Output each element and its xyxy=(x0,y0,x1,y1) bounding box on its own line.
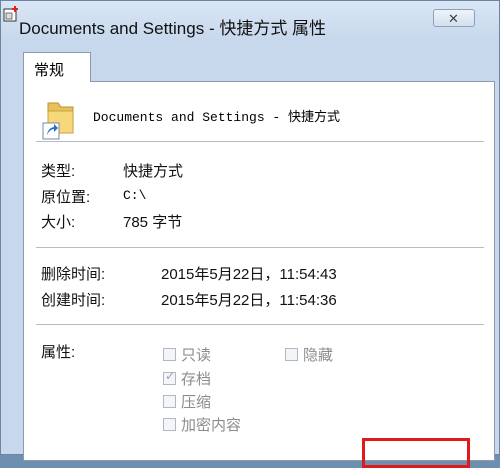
close-button[interactable]: ✕ xyxy=(433,9,475,27)
hidden-checkbox[interactable] xyxy=(285,348,298,361)
readonly-label: 只读 xyxy=(181,347,212,364)
location-label: 原位置: xyxy=(41,189,91,206)
compress-label: 压缩 xyxy=(181,394,212,411)
folder-shortcut-icon xyxy=(42,102,74,140)
size-value: 785 字节 xyxy=(123,214,183,231)
divider xyxy=(36,324,484,326)
deleted-value: 2015年5月22日，11:54:43 xyxy=(161,266,337,283)
encrypt-label: 加密内容 xyxy=(181,417,242,434)
tab-label: 常规 xyxy=(34,62,65,79)
general-panel: Documents and Settings - 快捷方式 类型: 快捷方式 原… xyxy=(23,81,495,461)
created-value: 2015年5月22日，11:54:36 xyxy=(161,292,337,309)
archive-label: 存档 xyxy=(181,371,212,388)
type-label: 类型: xyxy=(41,163,76,180)
title-bar[interactable]: Documents and Settings - 快捷方式 属性 ✕ xyxy=(1,1,499,43)
close-icon: ✕ xyxy=(448,11,459,26)
divider xyxy=(36,247,484,249)
deleted-label: 删除时间: xyxy=(41,266,106,283)
created-label: 创建时间: xyxy=(41,292,106,309)
readonly-checkbox[interactable] xyxy=(163,348,176,361)
window-title: Documents and Settings - 快捷方式 属性 xyxy=(19,19,327,38)
check-mark-icon: ✓ xyxy=(165,369,176,383)
tab-general[interactable]: 常规 xyxy=(23,52,91,82)
properties-window: Documents and Settings - 快捷方式 属性 ✕ 常规 Do… xyxy=(0,0,500,468)
attributes-label: 属性: xyxy=(41,344,76,361)
compress-checkbox[interactable] xyxy=(163,395,176,408)
shortcut-name: Documents and Settings - 快捷方式 xyxy=(93,110,341,125)
hidden-label: 隐藏 xyxy=(303,347,334,364)
divider xyxy=(36,141,484,143)
encrypt-checkbox[interactable] xyxy=(163,418,176,431)
size-label: 大小: xyxy=(41,214,76,231)
archive-checkbox[interactable]: ✓ xyxy=(163,369,176,385)
location-value: C:\ xyxy=(123,188,147,203)
highlight-box xyxy=(362,438,470,468)
type-value: 快捷方式 xyxy=(123,163,184,180)
